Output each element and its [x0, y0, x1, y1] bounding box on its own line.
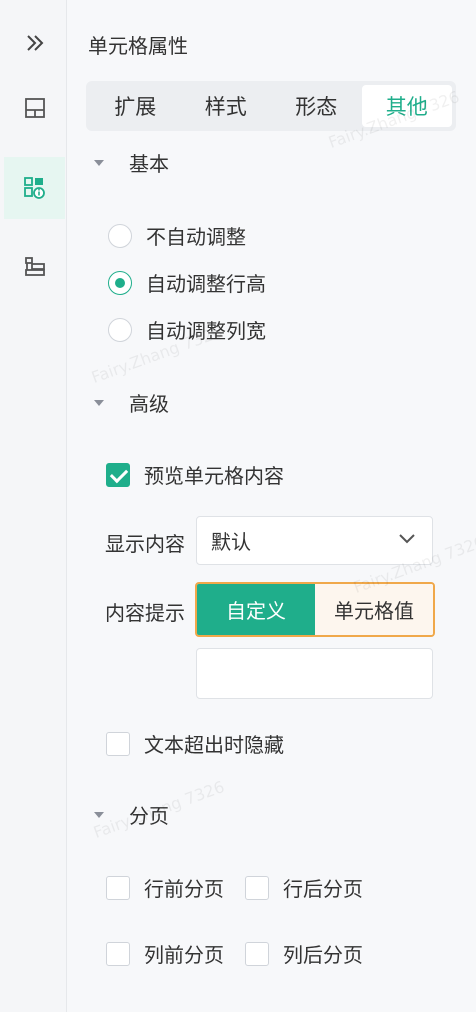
caret-down-icon — [94, 811, 104, 818]
checkbox-label: 列前分页 — [144, 943, 224, 967]
checkbox[interactable] — [245, 875, 269, 900]
tab-extend[interactable]: 扩展 — [90, 85, 181, 127]
tab-bar: 扩展 样式 形态 其他 — [86, 81, 456, 131]
page-break-before-row[interactable]: 行前分页 — [106, 873, 224, 902]
checkbox-label: 列后分页 — [283, 943, 363, 967]
page-break-before-column[interactable]: 列前分页 — [106, 939, 224, 968]
tab-style[interactable]: 样式 — [181, 85, 272, 127]
sidebar-item-cell-properties[interactable] — [4, 157, 65, 219]
sidebar-item-layout[interactable] — [4, 77, 65, 139]
checkbox[interactable] — [106, 875, 130, 900]
checkbox-label: 行前分页 — [144, 877, 224, 901]
component-list-icon — [24, 257, 45, 276]
side-rail — [0, 0, 67, 1012]
tab-other[interactable]: 其他 — [361, 85, 452, 127]
cell-properties-panel: 单元格属性 扩展 样式 形态 其他 基本 不自动调整 自动调整行高 自动调整列宽… — [68, 0, 476, 1012]
page-break-after-column[interactable]: 列后分页 — [245, 939, 363, 968]
overflow-checkbox[interactable] — [106, 731, 130, 756]
checkbox[interactable] — [245, 941, 269, 966]
radio-circle[interactable] — [108, 223, 132, 248]
radio-no-auto-adjust[interactable]: 不自动调整 — [108, 221, 246, 250]
hint-text-input[interactable] — [196, 648, 433, 699]
sidebar-item-components[interactable] — [4, 235, 65, 297]
caret-down-icon — [94, 399, 104, 406]
content-hint-toggle: 自定义 单元格值 — [195, 582, 435, 637]
checkbox[interactable] — [106, 941, 130, 966]
section-advanced-header[interactable]: 高级 — [94, 388, 169, 417]
display-content-label: 显示内容 — [105, 532, 185, 556]
select-value: 默认 — [211, 530, 251, 554]
checkbox-label: 文本超出时隐藏 — [144, 733, 284, 757]
chevron-down-icon — [399, 534, 415, 544]
radio-circle[interactable] — [108, 317, 132, 342]
section-pagination-title: 分页 — [129, 804, 169, 828]
tab-shape[interactable]: 形态 — [271, 85, 362, 127]
section-advanced-title: 高级 — [129, 392, 169, 416]
caret-down-icon — [94, 159, 104, 166]
section-basic-header[interactable]: 基本 — [94, 148, 169, 177]
radio-label: 不自动调整 — [146, 225, 246, 249]
page-break-after-row[interactable]: 行后分页 — [245, 873, 363, 902]
radio-label: 自动调整行高 — [146, 272, 266, 296]
hide-overflow-text-option[interactable]: 文本超出时隐藏 — [106, 729, 284, 758]
display-content-select[interactable]: 默认 — [196, 516, 433, 565]
collapse-button[interactable] — [4, 12, 65, 74]
checkbox-label: 预览单元格内容 — [144, 464, 284, 488]
panel-title: 单元格属性 — [88, 34, 188, 58]
preview-cell-content-option[interactable]: 预览单元格内容 — [106, 460, 284, 489]
preview-checkbox[interactable] — [106, 462, 130, 487]
radio-label: 自动调整列宽 — [146, 319, 266, 343]
double-chevron-right-icon — [26, 35, 43, 51]
radio-auto-column-width[interactable]: 自动调整列宽 — [108, 315, 266, 344]
hint-custom-button[interactable]: 自定义 — [197, 584, 315, 635]
radio-auto-row-height[interactable]: 自动调整行高 — [108, 268, 266, 297]
section-pagination-header[interactable]: 分页 — [94, 800, 169, 829]
hint-cell-value-button[interactable]: 单元格值 — [315, 584, 433, 635]
content-hint-label: 内容提示 — [105, 601, 185, 625]
cell-info-icon — [23, 177, 45, 199]
radio-circle[interactable] — [108, 270, 132, 295]
checkbox-label: 行后分页 — [283, 877, 363, 901]
layout-icon — [24, 98, 45, 118]
section-basic-title: 基本 — [129, 152, 169, 176]
